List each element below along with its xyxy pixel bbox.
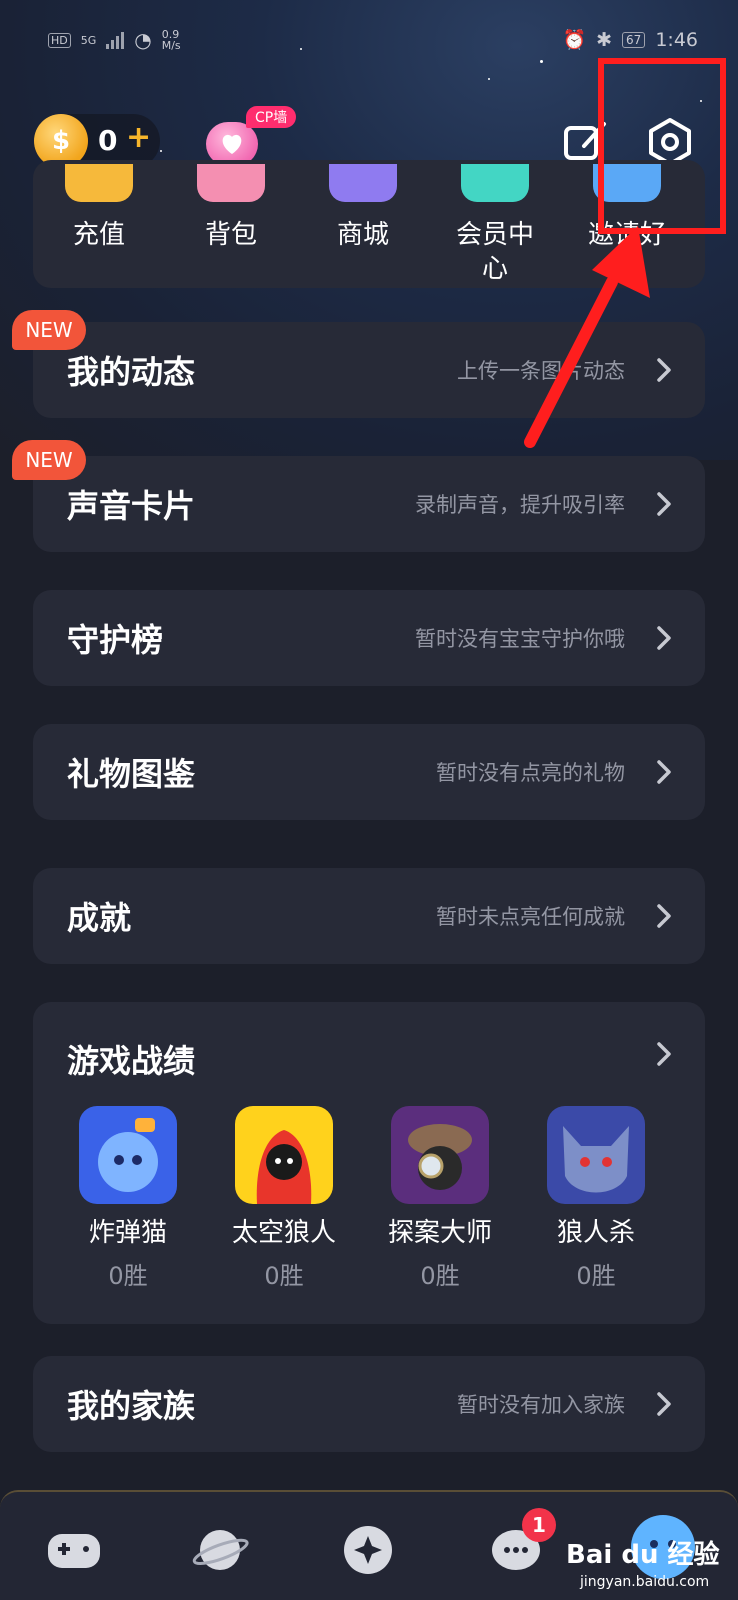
chevron-right-icon bbox=[657, 1042, 671, 1066]
row-subtitle: 暂时未点亮任何成就 bbox=[436, 905, 625, 929]
game-wins: 0胜 bbox=[264, 1262, 304, 1290]
game-name: 炸弹猫 bbox=[88, 1218, 167, 1248]
new-badge: NEW bbox=[12, 440, 86, 480]
backpack-button[interactable]: 背包 bbox=[176, 164, 286, 252]
game-detective-master[interactable]: 探案大师 0胜 bbox=[365, 1106, 515, 1291]
sparkle-icon[interactable] bbox=[338, 1520, 398, 1580]
watermark-url: jingyan.baidu.com bbox=[580, 1574, 710, 1590]
watermark-text: Bai du 经验 bbox=[566, 1540, 720, 1570]
cp-wall-badge: CP墙 bbox=[246, 106, 297, 128]
quick-action-label: 背包 bbox=[204, 220, 257, 250]
hd-label: HD bbox=[48, 32, 71, 48]
game-name: 探案大师 bbox=[387, 1218, 492, 1248]
speed-unit: M/s bbox=[161, 39, 181, 52]
row-subtitle: 暂时没有加入家族 bbox=[457, 1393, 625, 1417]
game-space-werewolf[interactable]: 太空狼人 0胜 bbox=[209, 1106, 359, 1291]
game-wins: 0胜 bbox=[576, 1262, 616, 1290]
game-records-card[interactable]: 游戏战绩 炸弹猫 0胜 太空狼人 0胜 探案大师 0胜 狼人杀 0胜 bbox=[33, 1002, 705, 1324]
row-title: 声音卡片 bbox=[67, 487, 196, 525]
vip-shield-icon bbox=[461, 164, 529, 202]
quick-action-label: 充值 bbox=[72, 220, 125, 250]
game-bomb-cat[interactable]: 炸弹猫 0胜 bbox=[53, 1106, 203, 1291]
games-title: 游戏战绩 bbox=[67, 1042, 196, 1080]
row-title: 我的家族 bbox=[67, 1387, 196, 1425]
coin-count: 0 bbox=[98, 124, 118, 157]
menu-row-achievements[interactable]: 成就 暂时未点亮任何成就 bbox=[33, 868, 705, 964]
highlight-box bbox=[598, 58, 726, 234]
menu-row-voice-card[interactable]: 声音卡片 录制声音，提升吸引率 bbox=[33, 456, 705, 552]
signal-icon bbox=[106, 31, 125, 49]
network-gen: 5G bbox=[80, 33, 97, 47]
wifi-icon: ◔ bbox=[134, 28, 152, 52]
annotation-arrow-icon bbox=[524, 226, 650, 448]
message-count-badge: 1 bbox=[522, 1508, 556, 1542]
chevron-right-icon bbox=[657, 626, 671, 650]
network-speed: 0.9 M/s bbox=[162, 29, 181, 51]
werewolf-icon bbox=[547, 1106, 645, 1204]
add-coins-icon[interactable]: + bbox=[126, 120, 151, 155]
wallet-icon bbox=[65, 164, 133, 202]
row-title: 礼物图鉴 bbox=[67, 755, 196, 793]
row-title: 守护榜 bbox=[67, 621, 164, 659]
menu-row-gift-gallery[interactable]: 礼物图鉴 暂时没有点亮的礼物 bbox=[33, 724, 705, 820]
status-bar: HD 5G ◔ 0.9 M/s ⏰ ✱ 67 1:46 bbox=[0, 22, 738, 62]
game-name: 太空狼人 bbox=[231, 1218, 336, 1248]
clock: 1:46 bbox=[655, 28, 698, 51]
gamepad-icon[interactable] bbox=[44, 1520, 104, 1580]
new-badge: NEW bbox=[12, 310, 86, 350]
row-title: 我的动态 bbox=[67, 353, 196, 391]
planet-icon[interactable] bbox=[190, 1520, 250, 1580]
chevron-right-icon bbox=[657, 492, 671, 516]
alarm-icon: ⏰ bbox=[562, 29, 587, 51]
battery-icon: 67 bbox=[622, 31, 646, 48]
backpack-icon bbox=[197, 164, 265, 202]
shop-icon bbox=[329, 164, 397, 202]
game-wins: 0胜 bbox=[108, 1262, 148, 1290]
recharge-button[interactable]: 充值 bbox=[44, 164, 154, 252]
battery-level: 67 bbox=[626, 32, 642, 47]
bomb-cat-icon bbox=[79, 1106, 177, 1204]
quick-action-label: 商城 bbox=[336, 220, 389, 250]
shop-button[interactable]: 商城 bbox=[308, 164, 418, 252]
game-name: 狼人杀 bbox=[556, 1218, 635, 1248]
row-subtitle: 录制声音，提升吸引率 bbox=[415, 493, 625, 517]
game-wins: 0胜 bbox=[420, 1262, 460, 1290]
row-subtitle: 暂时没有点亮的礼物 bbox=[436, 761, 625, 785]
chevron-right-icon bbox=[657, 1392, 671, 1416]
detective-icon bbox=[391, 1106, 489, 1204]
menu-row-guardian-board[interactable]: 守护榜 暂时没有宝宝守护你哦 bbox=[33, 590, 705, 686]
chevron-right-icon bbox=[657, 760, 671, 784]
star bbox=[488, 78, 490, 80]
menu-row-my-family[interactable]: 我的家族 暂时没有加入家族 bbox=[33, 1356, 705, 1452]
bluetooth-icon: ✱ bbox=[596, 28, 613, 51]
row-title: 成就 bbox=[67, 899, 132, 937]
chevron-right-icon bbox=[657, 904, 671, 928]
game-werewolf[interactable]: 狼人杀 0胜 bbox=[521, 1106, 671, 1291]
space-werewolf-icon bbox=[235, 1106, 333, 1204]
row-subtitle: 暂时没有宝宝守护你哦 bbox=[415, 627, 625, 651]
